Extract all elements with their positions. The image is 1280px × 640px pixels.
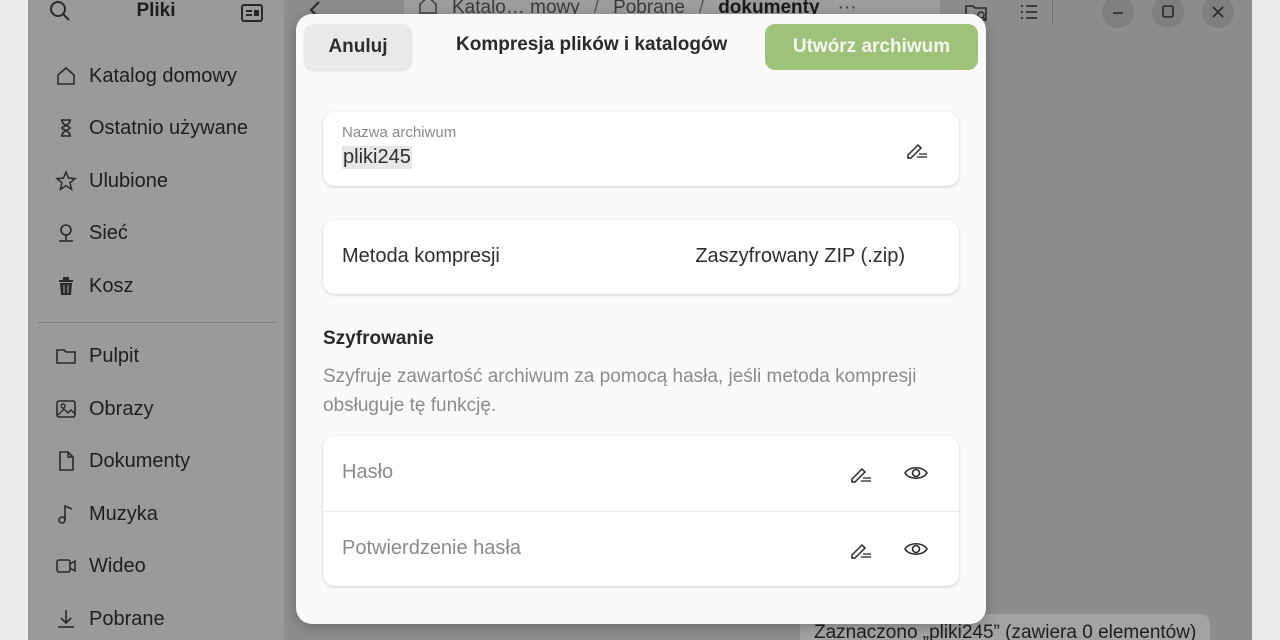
confirm-password-field[interactable]: Potwierdzenie hasła	[323, 511, 959, 586]
star-icon	[54, 169, 78, 193]
sidebar-item-starred[interactable]: Ulubione	[54, 163, 168, 199]
password-placeholder: Hasło	[342, 461, 394, 483]
sidebar-item-label: Ulubione	[89, 169, 168, 192]
sidebar-item-desktop[interactable]: Pulpit	[54, 338, 139, 374]
sidebar-item-documents[interactable]: Dokumenty	[54, 443, 190, 479]
sidebar-item-label: Pulpit	[89, 344, 140, 367]
sidebar-item-videos[interactable]: Wideo	[54, 548, 146, 584]
sidebar-header: Pliki	[28, 0, 284, 28]
network-icon	[54, 221, 78, 245]
video-icon	[54, 554, 78, 578]
sidebar-separator	[38, 322, 276, 323]
sidebar-item-pictures[interactable]: Obrazy	[54, 391, 153, 427]
compression-method-value[interactable]: Zaszyfrowany ZIP (.zip)	[695, 245, 905, 268]
sidebar-item-label: Pobrane	[89, 607, 165, 630]
home-icon	[54, 64, 78, 88]
confirm-password-placeholder: Potwierdzenie hasła	[342, 537, 521, 559]
sidebar-item-network[interactable]: Sieć	[54, 215, 128, 251]
compress-dialog: Anuluj Kompresja plików i katalogów Utwó…	[296, 14, 986, 624]
sidebar-item-trash[interactable]: Kosz	[54, 268, 133, 304]
list-view-icon[interactable]	[1016, 0, 1042, 26]
sidebar: Pliki Katalog domowy Ostatnio używane Ul…	[28, 0, 284, 640]
sidebar-item-label: Obrazy	[89, 397, 154, 420]
music-icon	[54, 502, 78, 526]
document-icon	[54, 449, 78, 473]
archive-name-label: Nazwa archiwum	[342, 124, 457, 141]
sidebar-item-recent[interactable]: Ostatnio używane	[54, 110, 248, 146]
cancel-button[interactable]: Anuluj	[304, 24, 412, 70]
edit-icon[interactable]	[849, 462, 873, 486]
sidebar-item-downloads[interactable]: Pobrane	[54, 601, 165, 637]
trash-icon	[54, 274, 78, 298]
sidebar-item-label: Sieć	[89, 221, 128, 244]
sidebar-item-label: Katalog domowy	[89, 64, 237, 87]
edit-icon[interactable]	[849, 538, 873, 562]
minimize-button[interactable]	[1102, 0, 1134, 28]
toolbar-divider	[1052, 0, 1053, 24]
edit-icon[interactable]	[905, 138, 929, 162]
encryption-heading: Szyfrowanie	[323, 328, 434, 349]
sidebar-item-music[interactable]: Muzyka	[54, 496, 158, 532]
folder-icon	[54, 344, 78, 368]
sidebar-menu-icon[interactable]	[240, 2, 264, 24]
show-password-icon[interactable]	[903, 537, 928, 561]
encryption-description: Szyfruje zawartość archiwum za pomocą ha…	[323, 366, 917, 416]
maximize-button[interactable]	[1152, 0, 1184, 28]
archive-name-input[interactable]: pliki245	[342, 146, 412, 169]
show-password-icon[interactable]	[903, 461, 928, 485]
compression-method-label: Metoda kompresji	[342, 245, 500, 267]
create-archive-button[interactable]: Utwórz archiwum	[765, 24, 978, 70]
sidebar-item-label: Muzyka	[89, 502, 158, 525]
dialog-title: Kompresja plików i katalogów	[456, 34, 728, 55]
close-button[interactable]	[1202, 0, 1234, 28]
sidebar-item-home[interactable]: Katalog domowy	[54, 58, 237, 94]
sidebar-item-label: Kosz	[89, 274, 134, 297]
sidebar-item-label: Wideo	[89, 554, 146, 577]
sidebar-item-label: Dokumenty	[89, 449, 191, 472]
compression-method-row[interactable]: Metoda kompresji Zaszyfrowany ZIP (.zip)	[323, 220, 959, 294]
archive-name-field[interactable]: Nazwa archiwum pliki245	[323, 112, 959, 186]
hourglass-icon	[54, 116, 78, 140]
download-icon	[54, 607, 78, 631]
sidebar-item-label: Ostatnio używane	[89, 116, 248, 139]
password-group: Hasło Potwierdzenie hasła	[323, 436, 959, 586]
password-field[interactable]: Hasło	[323, 436, 959, 511]
image-icon	[54, 397, 78, 421]
